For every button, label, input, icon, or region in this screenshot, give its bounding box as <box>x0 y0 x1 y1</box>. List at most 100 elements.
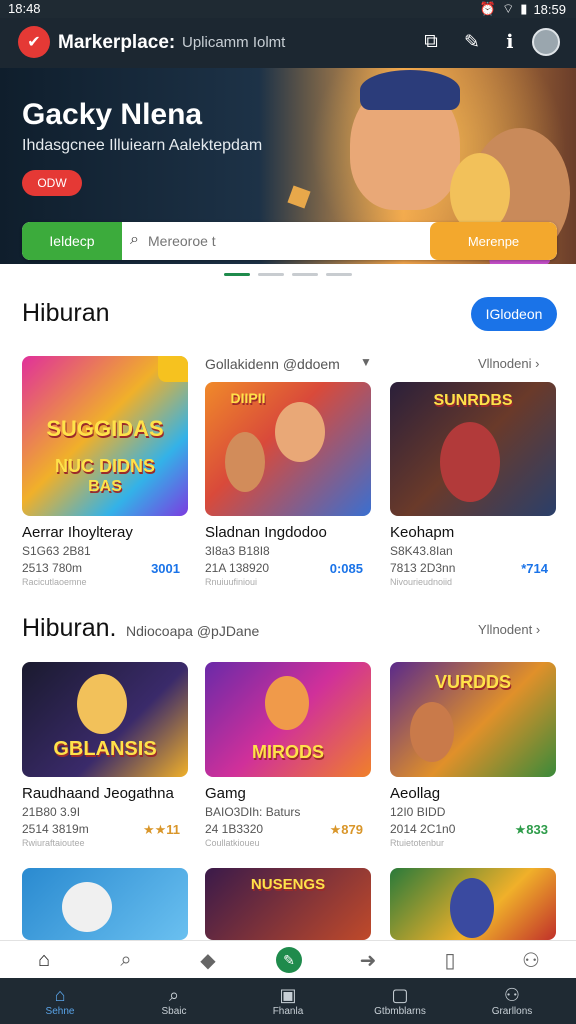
chevron-right-icon: › <box>535 622 541 637</box>
character-illustration <box>62 882 112 932</box>
section-title: Hiburan. <box>22 614 117 642</box>
game-name: Sladnan Ingdodoo <box>205 524 327 541</box>
game-stat: 3001 <box>151 561 180 576</box>
thumbnail-text: SUNRDBS <box>433 392 513 409</box>
game-card[interactable]: DIIPII Sladnan Ingdodoo 3I8a3 B18I8 21A … <box>205 382 371 587</box>
section-subtitle: Ndiocoapa @pJDane <box>126 623 260 639</box>
character-illustration <box>77 674 127 734</box>
game-stat: *714 <box>521 561 548 576</box>
bottom-toolbar: ⌂ ⌕ ◆ ✎ ➜ ▯ ⚇ <box>0 940 576 978</box>
app-logo-icon[interactable]: ✔ <box>18 26 50 58</box>
search-submit-button[interactable]: Merenpe <box>430 222 557 260</box>
search-icon: ⌕ <box>168 985 180 1005</box>
home-icon[interactable]: ⌂ <box>30 947 58 973</box>
game-card[interactable]: VURDDS Aeollag 12I0 BIDD 2014 2C1n0 ★833… <box>390 662 556 848</box>
game-card[interactable]: GBLANSIS Raudhaand Jeogathna 21B80 3.9I … <box>22 662 188 848</box>
nav-label: Fhanla <box>272 1006 304 1017</box>
nav-item-box[interactable]: ▢ Gtbmblarns <box>370 984 430 1017</box>
section-title: Hiburan <box>22 299 110 327</box>
nav-label: Sbaic <box>161 1006 187 1017</box>
avatar[interactable] <box>532 28 560 56</box>
search-input[interactable] <box>148 227 434 255</box>
thumbnail-text: BAS <box>88 478 122 495</box>
thumbnail-text: DIIPII <box>230 390 266 406</box>
thumbnail-text: NUC DIDNS <box>54 456 155 476</box>
game-meta: 21B80 3.9I <box>22 805 81 819</box>
book-icon[interactable]: ▯ <box>436 947 464 973</box>
game-footnote: Nivourieudnoiid <box>390 577 453 587</box>
thumbnail-text: VURDDS <box>434 672 511 692</box>
game-thumbnail[interactable]: MIRODS <box>205 662 371 777</box>
game-thumbnail[interactable]: GBLANSIS <box>22 662 188 777</box>
status-bar: 18:48 ⏰ ⌔ ▮ 18:59 <box>0 0 576 18</box>
character-illustration <box>410 702 454 762</box>
nav-item-tablet[interactable]: ▣ Fhanla <box>258 984 318 1017</box>
see-all-label: Yllnodent <box>478 622 533 637</box>
hero-hat-illustration <box>360 70 460 110</box>
game-rating: ★879 <box>329 822 363 837</box>
thumbnail-text: SUGGIDAS <box>46 416 164 441</box>
carousel-dot[interactable] <box>292 273 318 276</box>
thumbnail-text: GBLANSIS <box>53 738 157 760</box>
cast-icon[interactable]: ⧉ <box>418 29 444 55</box>
hero-subtitle: Ihdasgcnee Illuiearn Aalektepdam <box>22 137 263 154</box>
pen-icon[interactable]: ✎ <box>459 29 485 55</box>
game-meta: S8K43.8Ian <box>390 544 453 558</box>
game-thumbnail[interactable]: DIIPII <box>205 382 371 516</box>
game-thumbnail[interactable]: SUNRDBS <box>390 382 556 516</box>
section-filter-dropdown[interactable]: Gollakidenn @ddoem <box>205 356 340 372</box>
info-icon[interactable]: ℹ <box>497 29 523 55</box>
arrow-right-icon[interactable]: ➜ <box>354 947 382 973</box>
character-illustration <box>225 432 265 492</box>
bottom-navigation: ⌂ Sehne ⌕ Sbaic ▣ Fhanla ▢ Gtbmblarns ⚇ Grarl… <box>0 978 576 1024</box>
nav-label: Grarllons <box>491 1006 533 1017</box>
badge-icon <box>158 356 188 382</box>
section-action-button[interactable]: IGlodeon <box>471 297 557 331</box>
section-see-all-link[interactable]: Yllnodent › <box>478 622 540 637</box>
hero-character-illustration <box>450 153 510 233</box>
carousel-dot[interactable] <box>258 273 284 276</box>
character-illustration <box>265 676 309 730</box>
game-thumbnail[interactable]: SUGGIDAS NUC DIDNS BAS <box>22 356 188 516</box>
game-card[interactable]: SUGGIDAS NUC DIDNS BAS Aerrar Ihoylteray… <box>22 356 188 587</box>
chevron-right-icon: › <box>535 356 540 371</box>
nav-item-profile[interactable]: ⚇ Grarllons <box>482 984 542 1017</box>
nav-item-search[interactable]: ⌕ Sbaic <box>144 984 204 1017</box>
character-illustration <box>275 402 325 462</box>
person-icon: ⚇ <box>503 985 521 1005</box>
signal-icon: ▮ <box>520 1 528 16</box>
game-rating: ★★11 <box>142 822 180 837</box>
thumbnail-text: NUSENGS <box>250 876 326 893</box>
app-header: ✔ Markerplace: Uplicamm Iolmt ⧉ ✎ ℹ <box>0 18 576 68</box>
tag-icon[interactable]: ◆ <box>194 947 222 973</box>
carousel-dot[interactable] <box>224 273 250 276</box>
game-card[interactable]: SUNRDBS Keohapm S8K43.8Ian 7813 2D3nn *7… <box>390 382 556 587</box>
game-meta: S1G63 2B81 <box>22 544 91 558</box>
game-footnote: Rnuiuufinioui <box>205 577 258 587</box>
game-thumbnail[interactable] <box>390 868 556 940</box>
game-name: Aeollag <box>390 785 441 802</box>
home-icon: ⌂ <box>54 985 66 1005</box>
nav-item-home[interactable]: ⌂ Sehne <box>30 984 90 1017</box>
hero-cta-button[interactable]: ODW <box>22 170 82 196</box>
game-thumbnail[interactable]: VURDDS <box>390 662 556 777</box>
game-footnote: Rwiuraftaioutee <box>22 838 85 848</box>
game-meta: BAIO3DIh: Baturs <box>205 805 301 819</box>
person-icon[interactable]: ⚇ <box>517 947 545 973</box>
game-thumbnail[interactable] <box>22 868 188 940</box>
search-bar: Ieldecp ⌕ Merenpe <box>22 222 557 260</box>
game-card[interactable]: MIRODS Gamg BAIO3DIh: Baturs 24 1B3320 ★… <box>205 662 371 848</box>
carousel-dot[interactable] <box>326 273 352 276</box>
thumbnail-text: MIRODS <box>252 742 324 762</box>
nav-label: Sehne <box>45 1006 75 1017</box>
edit-icon[interactable]: ✎ <box>276 947 302 973</box>
status-clock: 18:59 <box>533 1 566 17</box>
game-stat: 0:085 <box>329 561 363 576</box>
search-icon[interactable]: ⌕ <box>112 947 140 973</box>
search-category-button[interactable]: Ieldecp <box>22 222 122 260</box>
chevron-down-icon[interactable]: ▼ <box>360 355 372 369</box>
character-illustration <box>450 878 494 938</box>
game-name: Raudhaand Jeogathna <box>22 785 174 802</box>
game-thumbnail[interactable]: NUSENGS <box>205 868 371 940</box>
section-see-all-link[interactable]: Vllnodeni › <box>478 356 539 371</box>
